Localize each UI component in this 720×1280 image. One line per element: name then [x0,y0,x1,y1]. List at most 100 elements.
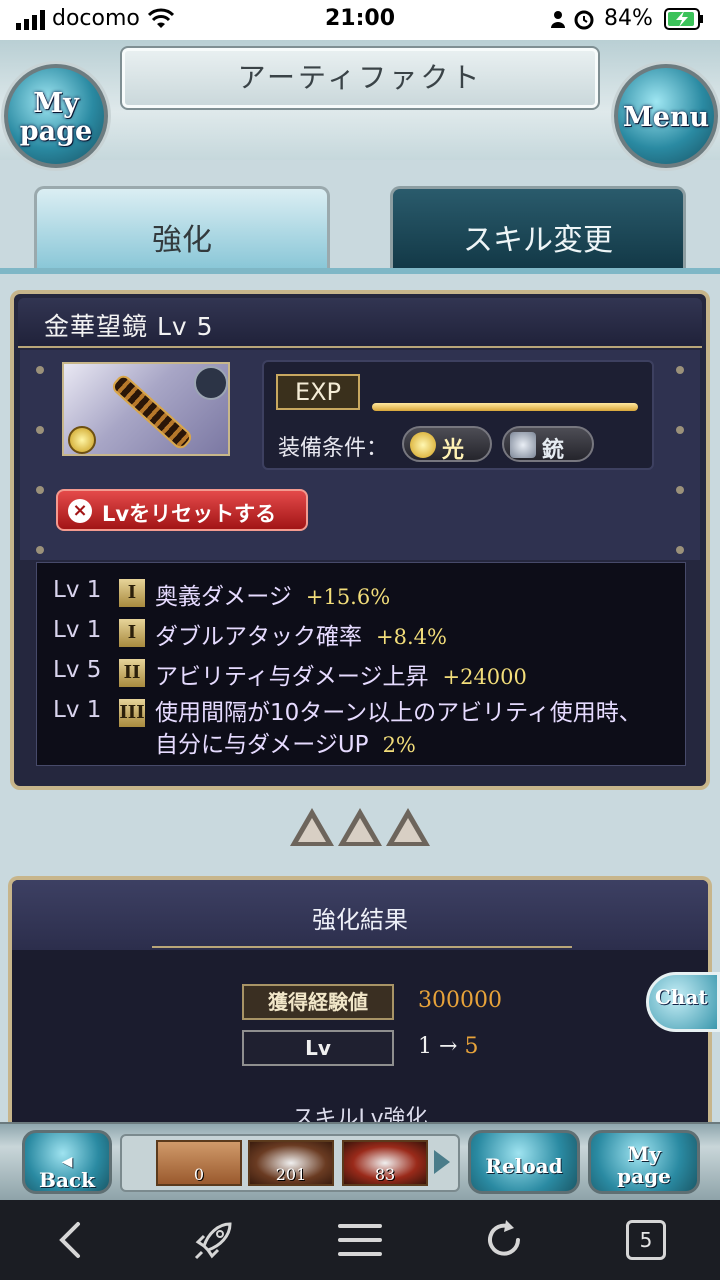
reload-icon [488,1220,520,1256]
skill-name: ダブルアタック確率 +8.4% [155,617,447,651]
weapon-label: 銃 [542,438,565,463]
skill-rank-badge: I [119,579,145,607]
skill-name: 奥義ダメージ +15.6% [155,577,390,611]
reload-label: Reload [485,1154,563,1178]
rivet [676,426,684,434]
status-bar: docomo 21:00 84% [0,0,720,40]
tray-item[interactable]: 201 [248,1140,334,1186]
level-change: 1 → 5 [418,1034,478,1059]
weapon-badge: 銃 [502,426,594,463]
section-separator [288,808,434,852]
item-tray: 0 201 83 [120,1134,460,1192]
tray-item[interactable]: 0 [156,1140,242,1186]
skill-level: Lv 1 [53,697,102,723]
skill-row: Lv 1 III 使用間隔が10ターン以上のアビリティ使用時、自分に与ダメージU… [37,695,687,761]
level-label: Lv [242,1030,394,1066]
rivet [36,426,44,434]
item-count: 0 [193,1165,205,1184]
skill-level: Lv 5 [53,657,102,683]
triangle-ornament-icon [338,808,382,846]
tabs-icon: 5 [626,1220,666,1260]
skill-value: +15.6% [305,585,391,609]
item-count: 83 [374,1165,396,1184]
level-to: 5 [464,1034,479,1059]
mypage-label-2: page [19,116,93,147]
rivet [676,486,684,494]
back-label: Back [39,1168,95,1192]
chat-button[interactable]: Chat [646,972,720,1032]
skill-level: Lv 1 [53,617,102,643]
light-element-icon [68,426,96,454]
result-title: 強化結果 [312,906,408,934]
skill-rank-badge: I [119,619,145,647]
rocket-icon [194,1222,232,1260]
menu-button[interactable]: Menu [614,64,718,168]
alarm-icon [551,10,594,30]
tab-enhance[interactable]: 強化 [34,186,330,270]
mypage-bottom-label-1: My [627,1142,661,1166]
skill-value: +8.4% [376,625,447,649]
light-element-icon [410,432,436,458]
gun-weapon-icon [194,366,228,400]
back-arrow-icon: ◀ [61,1154,73,1170]
exp-label: EXP [276,374,360,410]
skill-list: Lv 1 I 奥義ダメージ +15.6% Lv 1 I ダブルアタック確率 +8.4… [36,562,686,766]
rivet [36,366,44,374]
back-arrow-icon [59,1222,80,1258]
skill-name-text: アビリティ与ダメージ上昇 [155,664,429,690]
page-title: アーティファクト [237,61,483,94]
skill-row: Lv 5 II アビリティ与ダメージ上昇 +24000 [37,655,687,691]
close-icon: × [68,499,92,523]
back-button[interactable]: ◀ Back [22,1130,112,1194]
browser-toolbar: 5 [0,1200,720,1280]
skill-value: 2% [382,733,416,757]
menu-label: Menu [622,102,710,133]
artifact-image[interactable] [62,362,230,456]
mypage-button[interactable]: My page [4,64,108,168]
tab-divider [0,268,720,274]
game-header: アーティファクト My page Menu [0,40,720,168]
gained-exp-value: 300000 [418,988,502,1013]
artifact-name: 金華望鏡 Lv 5 [44,312,214,341]
tabs-button[interactable]: 5 [622,1216,670,1264]
exp-bar-fill [372,403,638,411]
hamburger-menu-icon [338,1224,382,1256]
item-count: 201 [275,1165,307,1184]
artifact-title-bar: 金華望鏡 Lv 5 [18,298,702,348]
tab-skill-change-label: スキル変更 [463,223,613,258]
rocket-button[interactable] [190,1216,238,1264]
tab-skill-change[interactable]: スキル変更 [390,186,686,270]
reset-level-button[interactable]: × Lvをリセットする [56,489,308,531]
chat-label: Chat [655,985,708,1009]
tab-enhance-label: 強化 [152,223,212,258]
gun-icon [510,432,536,458]
skill-row: Lv 1 I 奥義ダメージ +15.6% [37,575,687,611]
browser-back-button[interactable] [48,1216,96,1264]
exp-box: EXP 装備条件： 光 銃 [262,360,654,470]
gained-exp-label: 獲得経験値 [242,984,394,1020]
battery-percent: 84% [604,6,653,31]
rivet [676,366,684,374]
element-label: 光 [442,438,465,463]
result-header: 強化結果 [12,880,708,950]
triangle-ornament-icon [290,808,334,846]
browser-reload-button[interactable] [480,1216,528,1264]
triangle-ornament-icon [386,808,430,846]
rivet [36,486,44,494]
menu-button[interactable] [336,1216,384,1264]
reset-level-label: Lvをリセットする [102,502,277,526]
mypage-bottom-button[interactable]: My page [588,1130,700,1194]
skill-level-up-heading: スキルLv強化 [292,1106,428,1122]
mypage-label-1: My [33,88,79,119]
mypage-bottom-label-2: page [617,1164,671,1188]
reload-button[interactable]: Reload [468,1130,580,1194]
tray-next-arrow-icon[interactable] [434,1150,450,1174]
exp-bar [372,403,638,411]
enhance-result-panel: 強化結果 獲得経験値 300000 Lv 1 → 5 スキルLv強化 [8,876,712,1122]
skill-name-text: ダブルアタック確率 [155,624,362,650]
skill-value: +24000 [442,665,527,689]
tray-item[interactable]: 83 [342,1140,428,1186]
skill-name: アビリティ与ダメージ上昇 +24000 [155,657,527,691]
skill-name-text: 奥義ダメージ [155,584,292,610]
game-bottom-bar: ◀ Back 0 201 83 Reload My page [0,1122,720,1200]
